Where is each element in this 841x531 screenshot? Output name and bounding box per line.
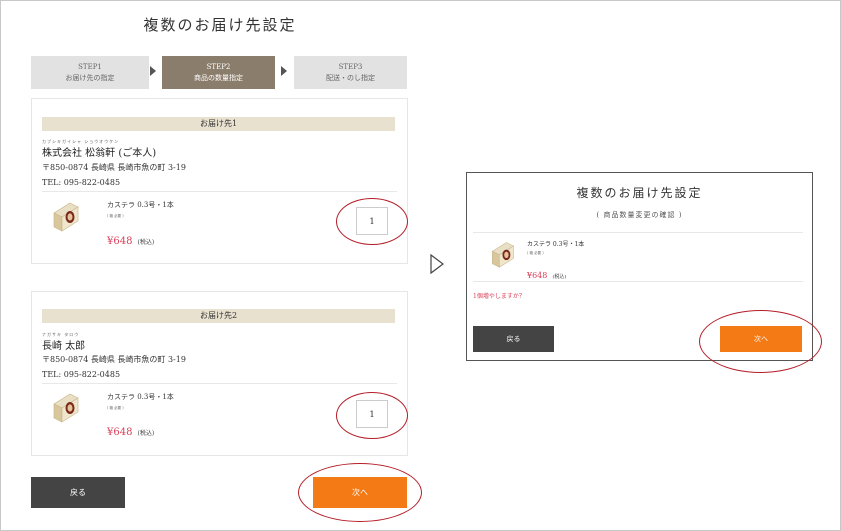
modal-product-price: ¥648 [527,271,548,280]
highlight-ring [699,310,822,373]
tax-label: (税込) [137,430,155,437]
divider [473,232,803,233]
step-arrow-icon [281,66,287,76]
step-2-desc: 商品の数量指定 [194,73,243,82]
highlight-ring [336,392,408,439]
castella-product-icon [53,202,79,232]
step-3: STEP3 配送・のし指定 [294,56,407,89]
tax-label: (税込) [137,239,155,246]
divider [473,281,803,282]
highlight-ring [298,463,422,522]
modal-subtitle: ( 商品数量変更の確認 ) [596,211,683,219]
modal-title: 複数のお届け先設定 [576,186,703,200]
step-3-desc: 配送・のし指定 [326,73,375,82]
modal-price-row: ¥648 (税込) [527,263,566,282]
increase-question: 1個増やしますか？ [473,293,525,300]
product-price: ¥648 [107,427,133,438]
divider [42,383,397,384]
back-button[interactable]: 戻る [31,477,125,508]
destination-header: お届け先1 [42,117,395,131]
step-1-label: STEP1 [78,62,102,71]
product-price-row: ¥648 (税込) [107,420,154,439]
step-2-label: STEP2 [206,62,231,71]
recipient-name: 株式会社 松翁軒 (ご本人) [42,148,157,159]
modal-back-button[interactable]: 戻る [473,326,554,352]
divider [42,191,397,192]
castella-product-icon [53,393,79,423]
recipient-tel: TEL: 095-822-0485 [42,370,121,379]
recipient-address: 〒850-0874 長崎県 長崎市魚の町 3-19 [42,355,186,364]
modal-product-name: カステラ 0.3号・1本 [527,241,585,248]
step-arrow-icon [150,66,156,76]
step-3-label: STEP3 [338,62,363,71]
product-name: カステラ 0.3号・1本 [107,393,174,401]
step-1: STEP1 お届け先の指定 [31,56,149,89]
play-arrow-icon [430,253,444,275]
recipient-name: 長崎 太郎 [42,341,86,352]
modal-product-option: ( 箱 必要 ) [527,251,544,255]
step-2: STEP2 商品の数量指定 [162,56,275,89]
page-title: 複数のお届け先設定 [143,16,297,34]
product-option: ( 箱 必要 ) [107,214,124,218]
highlight-ring [336,198,408,245]
destination-header: お届け先2 [42,309,395,323]
product-price-row: ¥648 (税込) [107,229,154,248]
castella-product-icon [491,242,515,268]
product-option: ( 箱 必要 ) [107,406,124,410]
recipient-address: 〒850-0874 長崎県 長崎市魚の町 3-19 [42,163,186,172]
step-1-desc: お届け先の指定 [65,73,115,82]
tax-label: (税込) [552,274,567,280]
product-name: カステラ 0.3号・1本 [107,201,174,209]
recipient-tel: TEL: 095-822-0485 [42,178,121,187]
product-price: ¥648 [107,236,133,247]
